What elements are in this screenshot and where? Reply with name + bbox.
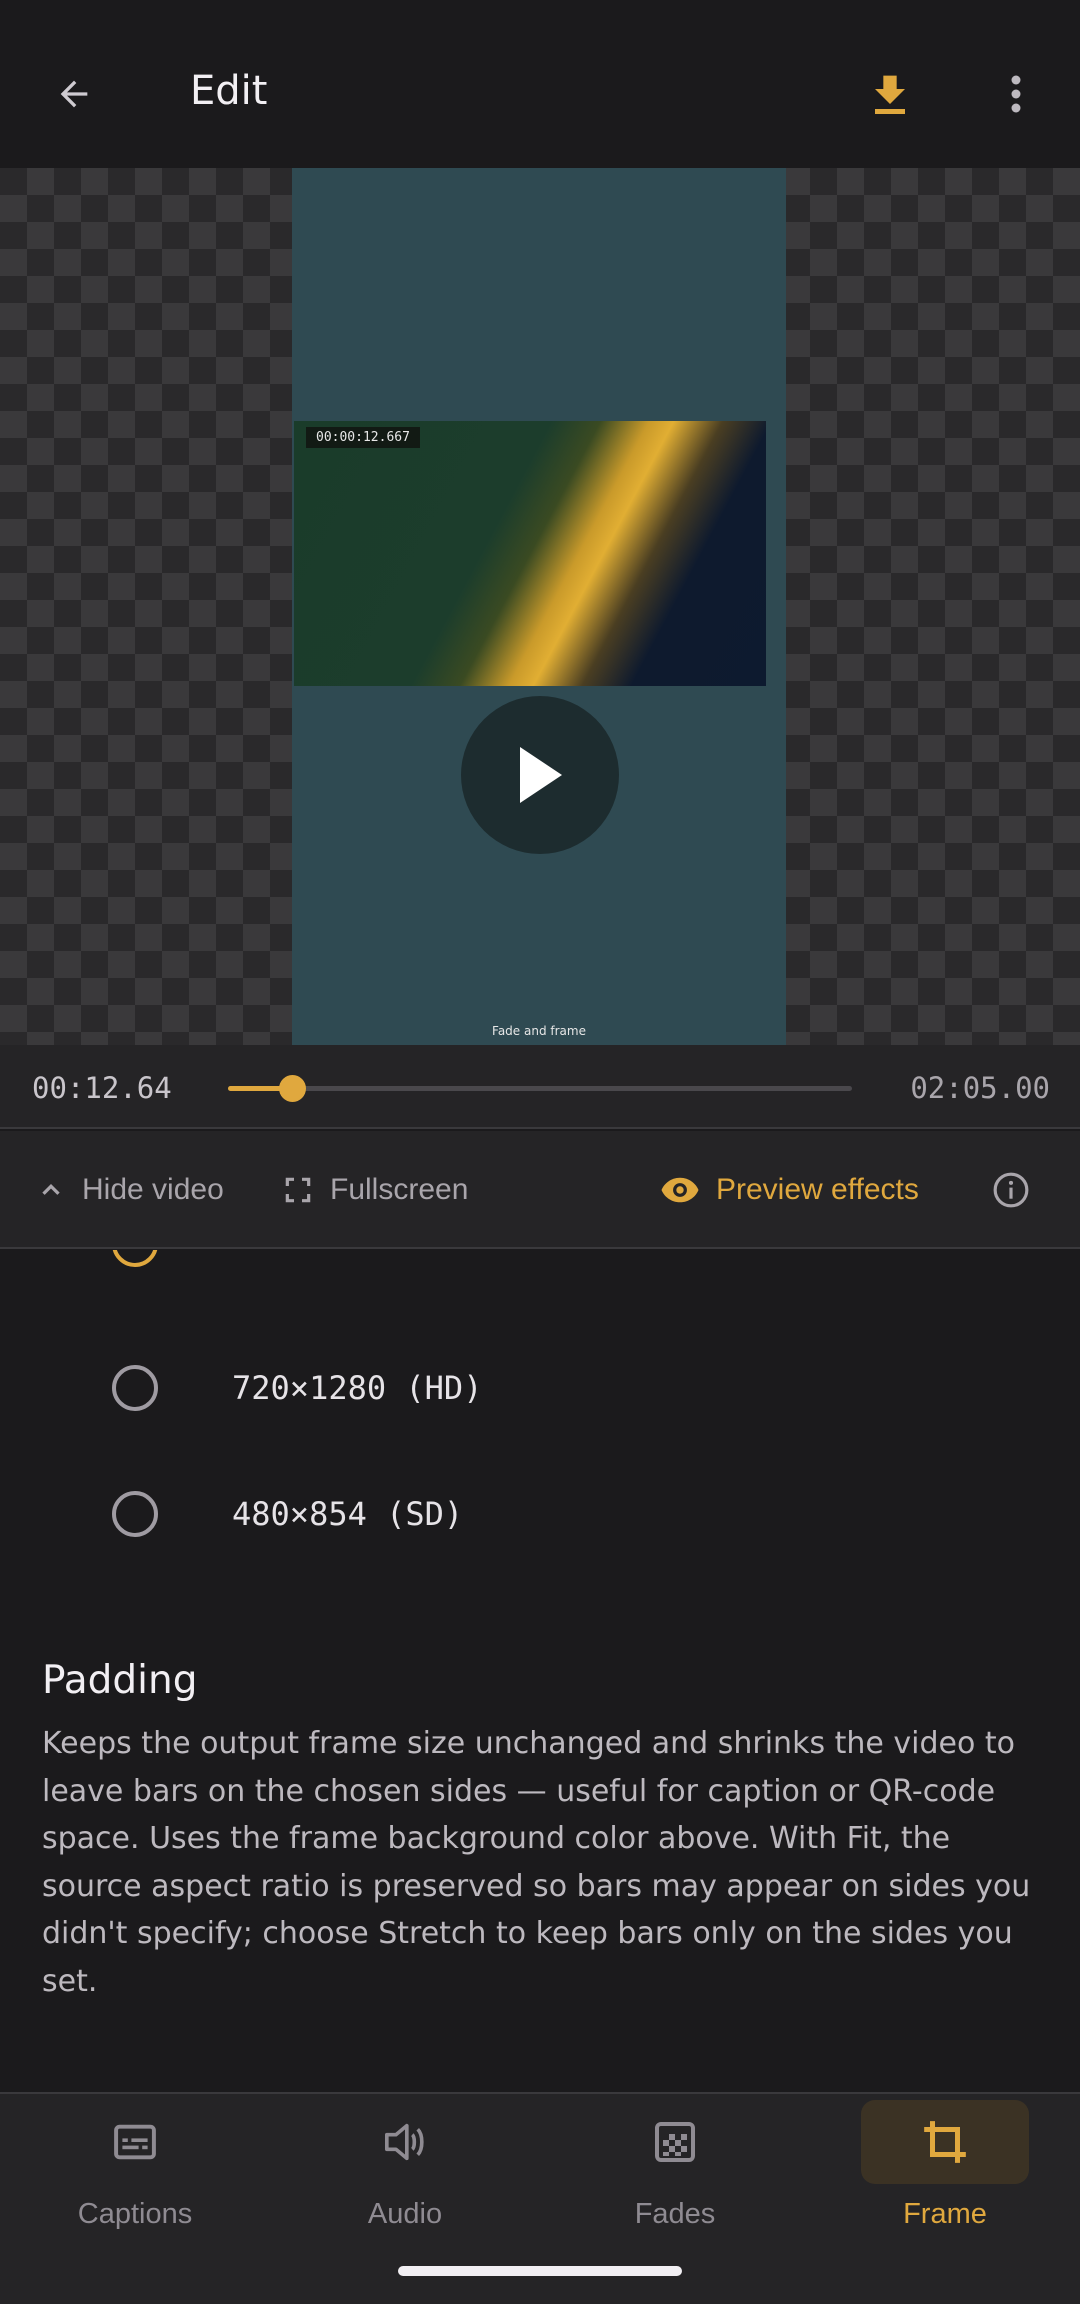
resolution-option[interactable]: 480×854 (SD) (112, 1484, 463, 1544)
info-button[interactable] (992, 1161, 1046, 1219)
nav-pill-active (861, 2100, 1029, 2184)
padding-section-title: Padding (42, 1658, 198, 1703)
radio-button[interactable] (112, 1491, 158, 1537)
fades-icon (655, 2122, 695, 2162)
current-time: 00:12.64 (32, 1071, 172, 1105)
resolution-option-cropped[interactable] (112, 1250, 158, 1274)
crop-icon (924, 2121, 966, 2163)
nav-item-audio[interactable]: Audio (270, 2094, 540, 2254)
home-indicator (398, 2266, 682, 2276)
download-icon (875, 75, 905, 114)
play-icon (520, 747, 562, 803)
preview-controls: Hide video Fullscreen Preview effects (0, 1131, 1080, 1249)
frame-caption: Fade and frame (492, 1024, 586, 1038)
timecode-overlay: 00:00:12.667 (306, 427, 420, 448)
nav-label: Fades (634, 2198, 716, 2230)
resolution-option[interactable]: 720×1280 (HD) (112, 1358, 482, 1418)
play-button[interactable] (461, 696, 619, 854)
video-content: 00:00:12.667 (294, 421, 766, 686)
arrow-left-icon (60, 80, 88, 108)
nav-label: Frame (903, 2198, 987, 2230)
info-icon (993, 1172, 1029, 1208)
nav-pill (321, 2100, 489, 2184)
radio-button[interactable] (112, 1365, 158, 1411)
more-vertical-icon (1011, 75, 1021, 113)
seek-bar-row: 00:12.64 02:05.00 (0, 1045, 1080, 1129)
duration-time: 02:05.00 (910, 1071, 1050, 1105)
page-title: Edit (190, 68, 268, 114)
captions-icon (114, 2124, 156, 2160)
download-button[interactable] (862, 60, 918, 128)
preview-effects-toggle[interactable]: Preview effects (660, 1161, 919, 1219)
resolution-label: 480×854 (SD) (232, 1495, 464, 1533)
output-frame: 00:00:12.667 (292, 168, 786, 1045)
padding-description: Keeps the output frame size unchanged an… (42, 1726, 1031, 1999)
nav-label: Audio (367, 2198, 443, 2230)
fullscreen-button[interactable]: Fullscreen (282, 1161, 468, 1219)
nav-item-captions[interactable]: Captions (0, 2094, 270, 2254)
nav-item-fades[interactable]: Fades (540, 2094, 810, 2254)
chevron-up-icon (42, 1183, 60, 1195)
volume-icon (385, 2123, 424, 2161)
hide-video-label: Hide video (82, 1173, 224, 1206)
nav-pill (591, 2100, 759, 2184)
fullscreen-label: Fullscreen (330, 1173, 469, 1206)
resolution-label: 720×1280 (HD) (232, 1369, 483, 1407)
eye-icon (661, 1177, 699, 1203)
preview-effects-label: Preview effects (716, 1173, 919, 1206)
hide-video-button[interactable]: Hide video (36, 1161, 224, 1219)
frame-settings-panel[interactable]: 720×1280 (HD) 480×854 (SD) Padding Keeps… (0, 1250, 1080, 2092)
seek-thumb[interactable] (278, 1075, 306, 1102)
nav-pill (51, 2100, 219, 2184)
fullscreen-icon (285, 1177, 311, 1203)
more-options-button[interactable] (988, 60, 1044, 128)
radio-button-selected[interactable] (112, 1250, 158, 1267)
nav-label: Captions (77, 2198, 193, 2230)
app-bar: Edit (0, 0, 1080, 168)
seek-track[interactable] (228, 1075, 852, 1102)
back-button[interactable] (40, 60, 108, 128)
nav-item-frame[interactable]: Frame (810, 2094, 1080, 2254)
video-preview[interactable]: 00:00:12.667 Fade and frame (0, 168, 1080, 1045)
